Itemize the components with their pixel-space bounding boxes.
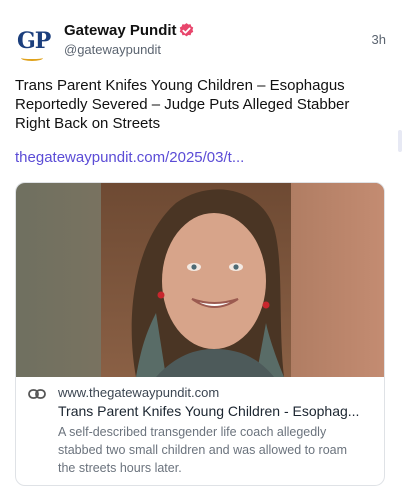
post-text: Trans Parent Knifes Young Children – Eso… (15, 77, 350, 132)
avatar-logo-text: GP (17, 28, 51, 54)
preview-title[interactable]: Trans Parent Knifes Young Children - Eso… (58, 403, 378, 419)
preview-description: A self-described transgender life coach … (58, 425, 348, 475)
preview-image (16, 183, 384, 377)
preview-footer[interactable]: www.thegatewaypundit.com Trans Parent Kn… (16, 377, 384, 485)
author-name[interactable]: Gateway Pundit (64, 22, 177, 39)
verified-badge-icon (179, 23, 194, 37)
post-link[interactable]: thegatewaypundit.com/2025/03/t... (15, 149, 244, 166)
avatar[interactable]: GP (13, 22, 53, 62)
preview-domain: www.thegatewaypundit.com (58, 385, 220, 400)
avatar-swoosh (21, 55, 43, 61)
post-time[interactable]: 3h (372, 32, 386, 47)
link-preview-card[interactable]: www.thegatewaypundit.com Trans Parent Kn… (15, 182, 385, 486)
link-icon (28, 389, 46, 399)
scrollbar[interactable] (398, 130, 402, 152)
author-handle[interactable]: @gatewaypundit (64, 42, 161, 57)
post[interactable]: GP Gateway Pundit @gatewaypundit 3h Tran… (0, 0, 402, 500)
